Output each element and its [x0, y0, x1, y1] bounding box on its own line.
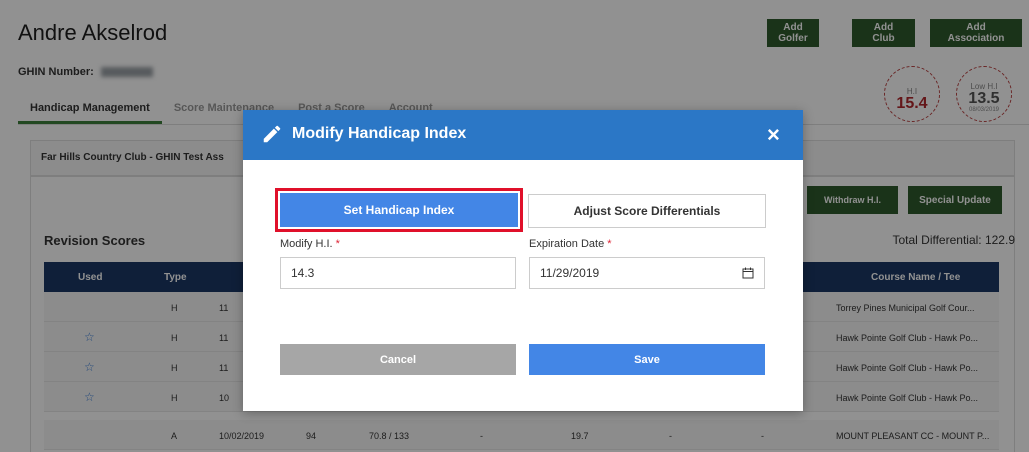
save-button[interactable]: Save [529, 344, 765, 375]
modify-hi-label-text: Modify H.I. [280, 238, 333, 250]
adjust-score-differentials-button[interactable]: Adjust Score Differentials [528, 194, 766, 228]
set-handicap-highlight: Set Handicap Index [275, 188, 523, 232]
modify-hi-label: Modify H.I. * [280, 238, 340, 250]
required-marker: * [607, 238, 612, 250]
calendar-icon[interactable] [742, 267, 754, 279]
expiration-date-value: 11/29/2019 [540, 266, 600, 280]
required-marker: * [335, 238, 340, 250]
cancel-button[interactable]: Cancel [280, 344, 516, 375]
set-handicap-index-button[interactable]: Set Handicap Index [280, 193, 518, 227]
expiration-date-label: Expiration Date * [529, 238, 612, 250]
expiration-date-input[interactable]: 11/29/2019 [529, 257, 765, 289]
modal-title: Modify Handicap Index [292, 125, 467, 142]
modify-hi-input[interactable] [280, 257, 516, 289]
expiration-date-label-text: Expiration Date [529, 238, 605, 250]
modal-header: Modify Handicap Index × [243, 110, 803, 160]
modify-handicap-modal: Modify Handicap Index × Set Handicap Ind… [243, 110, 803, 411]
close-icon[interactable]: × [767, 122, 780, 148]
pencil-icon [263, 125, 281, 143]
